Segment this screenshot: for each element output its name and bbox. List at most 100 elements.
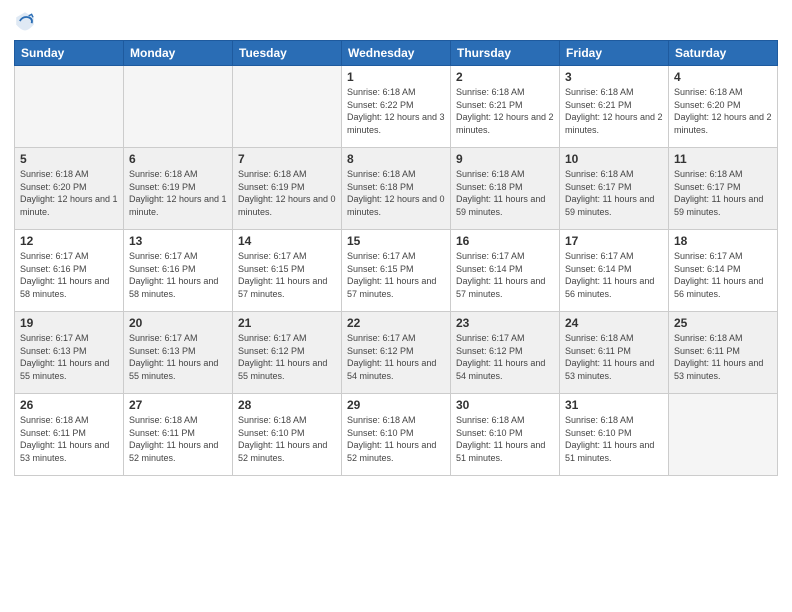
day-number: 20 [129,316,227,330]
calendar-cell: 10Sunrise: 6:18 AM Sunset: 6:17 PM Dayli… [560,148,669,230]
calendar-cell: 26Sunrise: 6:18 AM Sunset: 6:11 PM Dayli… [15,394,124,476]
day-number: 14 [238,234,336,248]
calendar-cell [669,394,778,476]
day-number: 4 [674,70,772,84]
calendar-header-wednesday: Wednesday [342,41,451,66]
calendar-cell [15,66,124,148]
calendar-cell: 30 Sunrise: 6:18 AM Sunset: 6:10 PM Dayli… [451,394,560,476]
day-number: 25 [674,316,772,330]
day-info: Sunrise: 6:17 AM Sunset: 6:12 PM Dayligh… [238,332,336,382]
day-info: Sunrise: 6:17 AM Sunset: 6:16 PM Dayligh… [20,250,118,300]
day-number: 18 [674,234,772,248]
calendar-cell: 27Sunrise: 6:18 AM Sunset: 6:11 PM Dayli… [124,394,233,476]
day-number: 24 [565,316,663,330]
calendar-header-monday: Monday [124,41,233,66]
day-info: Sunrise: 6:18 AM Sunset: 6:10 PM Dayligh… [456,414,554,464]
logo [14,10,40,32]
day-number: 23 [456,316,554,330]
day-number: 5 [20,152,118,166]
calendar-header-tuesday: Tuesday [233,41,342,66]
calendar-cell: 28 Sunrise: 6:18 AM Sunset: 6:10 PM Dayli… [233,394,342,476]
day-info: Sunrise: 6:18 AM Sunset: 6:11 PM Dayligh… [674,332,772,382]
calendar-header-friday: Friday [560,41,669,66]
calendar-week-3: 19 Sunrise: 6:17 AM Sunset: 6:13 PM Dayli… [15,312,778,394]
day-number: 6 [129,152,227,166]
day-number: 2 [456,70,554,84]
calendar-cell: 15 Sunrise: 6:17 AM Sunset: 6:15 PM Dayli… [342,230,451,312]
calendar-cell: 22 Sunrise: 6:17 AM Sunset: 6:12 PM Dayli… [342,312,451,394]
calendar-cell: 2 Sunrise: 6:18 AM Sunset: 6:21 PM Daylig… [451,66,560,148]
calendar-cell [124,66,233,148]
calendar-cell: 17 Sunrise: 6:17 AM Sunset: 6:14 PM Dayli… [560,230,669,312]
day-number: 27 [129,398,227,412]
day-number: 29 [347,398,445,412]
day-info: Sunrise: 6:17 AM Sunset: 6:13 PM Dayligh… [129,332,227,382]
calendar-cell: 29Sunrise: 6:18 AM Sunset: 6:10 PM Dayli… [342,394,451,476]
calendar-cell: 16 Sunrise: 6:17 AM Sunset: 6:14 PM Dayli… [451,230,560,312]
calendar-cell: 20 Sunrise: 6:17 AM Sunset: 6:13 PM Dayli… [124,312,233,394]
day-info: Sunrise: 6:18 AM Sunset: 6:18 PM Dayligh… [456,168,554,218]
calendar-cell: 23 Sunrise: 6:17 AM Sunset: 6:12 PM Dayli… [451,312,560,394]
calendar-header-saturday: Saturday [669,41,778,66]
page: SundayMondayTuesdayWednesdayThursdayFrid… [0,0,792,612]
day-number: 31 [565,398,663,412]
day-number: 15 [347,234,445,248]
calendar-cell: 31 Sunrise: 6:18 AM Sunset: 6:10 PM Dayli… [560,394,669,476]
day-number: 28 [238,398,336,412]
day-number: 19 [20,316,118,330]
calendar-week-0: 1 Sunrise: 6:18 AM Sunset: 6:22 PM Daylig… [15,66,778,148]
day-info: Sunrise: 6:17 AM Sunset: 6:12 PM Dayligh… [347,332,445,382]
calendar-cell: 8Sunrise: 6:18 AM Sunset: 6:18 PM Daylig… [342,148,451,230]
calendar-cell: 7 Sunrise: 6:18 AM Sunset: 6:19 PM Daylig… [233,148,342,230]
day-number: 22 [347,316,445,330]
calendar-week-4: 26Sunrise: 6:18 AM Sunset: 6:11 PM Dayli… [15,394,778,476]
day-info: Sunrise: 6:18 AM Sunset: 6:19 PM Dayligh… [238,168,336,218]
day-info: Sunrise: 6:18 AM Sunset: 6:10 PM Dayligh… [238,414,336,464]
calendar-cell: 6 Sunrise: 6:18 AM Sunset: 6:19 PM Daylig… [124,148,233,230]
day-number: 10 [565,152,663,166]
day-number: 11 [674,152,772,166]
day-number: 1 [347,70,445,84]
day-number: 30 [456,398,554,412]
calendar-header-sunday: Sunday [15,41,124,66]
day-number: 8 [347,152,445,166]
day-number: 17 [565,234,663,248]
day-info: Sunrise: 6:17 AM Sunset: 6:14 PM Dayligh… [565,250,663,300]
calendar-cell: 4Sunrise: 6:18 AM Sunset: 6:20 PM Daylig… [669,66,778,148]
calendar-week-1: 5 Sunrise: 6:18 AM Sunset: 6:20 PM Daylig… [15,148,778,230]
day-info: Sunrise: 6:18 AM Sunset: 6:22 PM Dayligh… [347,86,445,136]
day-info: Sunrise: 6:17 AM Sunset: 6:13 PM Dayligh… [20,332,118,382]
calendar-cell: 14 Sunrise: 6:17 AM Sunset: 6:15 PM Dayli… [233,230,342,312]
calendar-cell: 13Sunrise: 6:17 AM Sunset: 6:16 PM Dayli… [124,230,233,312]
day-info: Sunrise: 6:17 AM Sunset: 6:15 PM Dayligh… [347,250,445,300]
day-number: 7 [238,152,336,166]
day-number: 12 [20,234,118,248]
day-info: Sunrise: 6:18 AM Sunset: 6:20 PM Dayligh… [20,168,118,218]
calendar-cell: 12 Sunrise: 6:17 AM Sunset: 6:16 PM Dayli… [15,230,124,312]
calendar-week-2: 12 Sunrise: 6:17 AM Sunset: 6:16 PM Dayli… [15,230,778,312]
calendar-cell: 24 Sunrise: 6:18 AM Sunset: 6:11 PM Dayli… [560,312,669,394]
day-info: Sunrise: 6:17 AM Sunset: 6:15 PM Dayligh… [238,250,336,300]
calendar-cell: 21Sunrise: 6:17 AM Sunset: 6:12 PM Dayli… [233,312,342,394]
calendar-cell: 3 Sunrise: 6:18 AM Sunset: 6:21 PM Daylig… [560,66,669,148]
day-info: Sunrise: 6:18 AM Sunset: 6:21 PM Dayligh… [565,86,663,136]
day-info: Sunrise: 6:17 AM Sunset: 6:12 PM Dayligh… [456,332,554,382]
day-number: 13 [129,234,227,248]
day-info: Sunrise: 6:18 AM Sunset: 6:11 PM Dayligh… [565,332,663,382]
day-number: 26 [20,398,118,412]
logo-icon [14,10,36,32]
calendar-cell: 1 Sunrise: 6:18 AM Sunset: 6:22 PM Daylig… [342,66,451,148]
calendar-cell: 25 Sunrise: 6:18 AM Sunset: 6:11 PM Dayli… [669,312,778,394]
day-info: Sunrise: 6:18 AM Sunset: 6:19 PM Dayligh… [129,168,227,218]
calendar-header-row: SundayMondayTuesdayWednesdayThursdayFrid… [15,41,778,66]
day-info: Sunrise: 6:17 AM Sunset: 6:14 PM Dayligh… [456,250,554,300]
day-info: Sunrise: 6:18 AM Sunset: 6:10 PM Dayligh… [565,414,663,464]
day-info: Sunrise: 6:18 AM Sunset: 6:17 PM Dayligh… [674,168,772,218]
calendar: SundayMondayTuesdayWednesdayThursdayFrid… [14,40,778,476]
day-number: 3 [565,70,663,84]
calendar-cell [233,66,342,148]
calendar-cell: 9Sunrise: 6:18 AM Sunset: 6:18 PM Daylig… [451,148,560,230]
calendar-cell: 5 Sunrise: 6:18 AM Sunset: 6:20 PM Daylig… [15,148,124,230]
day-number: 16 [456,234,554,248]
day-info: Sunrise: 6:18 AM Sunset: 6:21 PM Dayligh… [456,86,554,136]
